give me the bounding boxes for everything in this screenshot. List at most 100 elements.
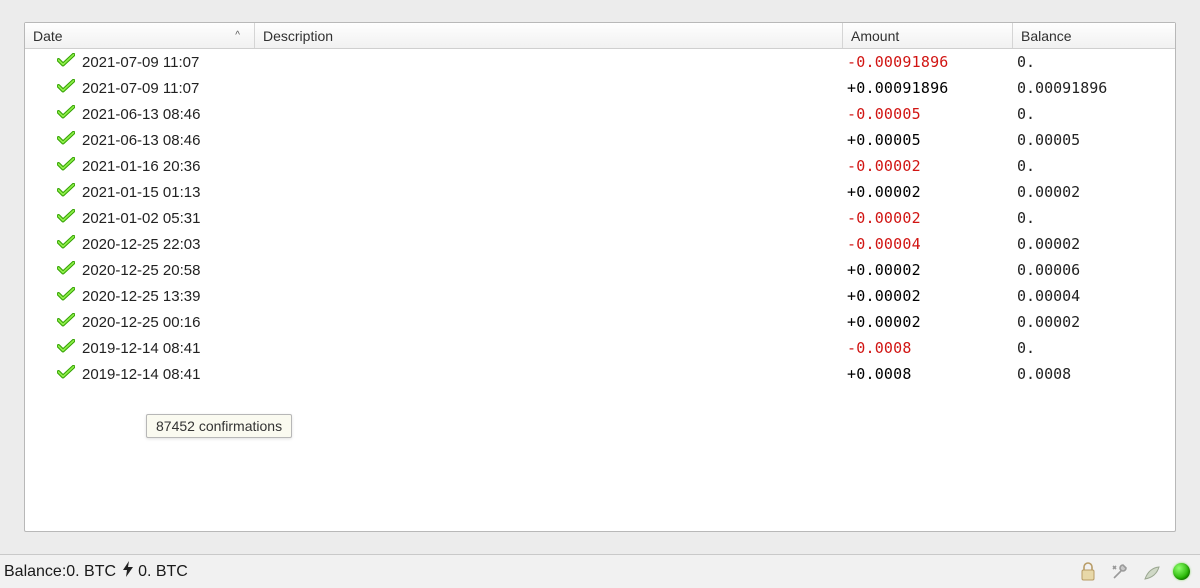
cell-date: 2021-01-15 01:13 [25,183,255,201]
history-panel: Date ^ Description Amount Balance 2021-0… [24,22,1176,532]
seed-icon[interactable] [1141,561,1163,583]
date-text: 2021-07-09 11:07 [82,54,199,71]
column-header-amount-label: Amount [851,28,899,44]
cell-amount: +0.0008 [843,365,1013,383]
confirmed-check-icon [57,157,75,175]
table-row[interactable]: 2019-12-14 08:41 +0.00080.0008 [25,361,1175,387]
confirmed-check-icon [57,105,75,123]
table-row[interactable]: 2019-12-14 08:41 -0.00080. [25,335,1175,361]
cell-date: 2019-12-14 08:41 [25,365,255,383]
confirmations-tooltip: 87452 confirmations [146,414,292,438]
table-row[interactable]: 2021-06-13 08:46 +0.000050.00005 [25,127,1175,153]
cell-amount: -0.00091896 [843,53,1013,71]
cell-balance: 0. [1013,209,1175,227]
cell-balance: 0. [1013,53,1175,71]
confirmed-check-icon [57,183,75,201]
table-row[interactable]: 2020-12-25 00:16 +0.000020.00002 [25,309,1175,335]
date-text: 2021-01-02 05:31 [82,210,200,227]
cell-amount: +0.00002 [843,261,1013,279]
cell-date: 2021-01-02 05:31 [25,209,255,227]
date-text: 2020-12-25 22:03 [82,236,200,253]
date-text: 2021-07-09 11:07 [82,80,199,97]
cell-amount: +0.00005 [843,131,1013,149]
column-header-date[interactable]: Date ^ [25,23,255,48]
cell-date: 2021-06-13 08:46 [25,105,255,123]
cell-date: 2019-12-14 08:41 [25,339,255,357]
cell-balance: 0. [1013,339,1175,357]
lock-icon[interactable] [1077,561,1099,583]
cell-balance: 0.00091896 [1013,79,1175,97]
date-text: 2021-01-16 20:36 [82,158,200,175]
table-header: Date ^ Description Amount Balance [25,23,1175,49]
cell-date: 2020-12-25 20:58 [25,261,255,279]
date-text: 2021-06-13 08:46 [82,106,200,123]
cell-balance: 0.00002 [1013,183,1175,201]
table-row[interactable]: 2020-12-25 22:03 -0.000040.00002 [25,231,1175,257]
table-row[interactable]: 2021-07-09 11:07 +0.000918960.00091896 [25,75,1175,101]
column-header-amount[interactable]: Amount [843,23,1013,48]
confirmed-check-icon [57,287,75,305]
cell-amount: -0.00004 [843,235,1013,253]
cell-balance: 0. [1013,157,1175,175]
column-header-description[interactable]: Description [255,23,843,48]
cell-amount: +0.00002 [843,287,1013,305]
status-balance-value: 0. BTC [66,563,116,581]
confirmed-check-icon [57,53,75,71]
table-row[interactable]: 2021-06-13 08:46 -0.000050. [25,101,1175,127]
confirmed-check-icon [57,339,75,357]
date-text: 2020-12-25 00:16 [82,314,200,331]
cell-balance: 0.0008 [1013,365,1175,383]
confirmed-check-icon [57,261,75,279]
date-text: 2020-12-25 13:39 [82,288,200,305]
sort-ascending-icon: ^ [235,30,240,41]
date-text: 2019-12-14 08:41 [82,340,200,357]
table-row[interactable]: 2021-01-02 05:31 -0.000020. [25,205,1175,231]
column-header-balance[interactable]: Balance [1013,23,1175,48]
cell-amount: -0.0008 [843,339,1013,357]
cell-balance: 0. [1013,105,1175,123]
status-bar: Balance: 0. BTC 0. BTC [0,554,1200,588]
cell-date: 2021-07-09 11:07 [25,79,255,97]
cell-balance: 0.00002 [1013,235,1175,253]
confirmed-check-icon [57,365,75,383]
column-header-description-label: Description [263,28,333,44]
cell-amount: +0.00002 [843,313,1013,331]
confirmed-check-icon [57,235,75,253]
table-row[interactable]: 2020-12-25 20:58 +0.000020.00006 [25,257,1175,283]
table-row[interactable]: 2021-01-15 01:13 +0.000020.00002 [25,179,1175,205]
column-header-balance-label: Balance [1021,28,1072,44]
cell-balance: 0.00004 [1013,287,1175,305]
tools-icon[interactable] [1109,561,1131,583]
table-body: 2021-07-09 11:07-0.000918960.2021-07-09 … [25,49,1175,387]
cell-date: 2021-01-16 20:36 [25,157,255,175]
column-header-date-label: Date [33,28,63,44]
date-text: 2021-01-15 01:13 [82,184,200,201]
confirmed-check-icon [57,313,75,331]
cell-date: 2020-12-25 00:16 [25,313,255,331]
cell-date: 2020-12-25 22:03 [25,235,255,253]
date-text: 2021-06-13 08:46 [82,132,200,149]
status-lightning-value: 0. BTC [138,563,188,581]
lightning-icon [122,561,134,580]
cell-date: 2021-06-13 08:46 [25,131,255,149]
cell-balance: 0.00005 [1013,131,1175,149]
confirmed-check-icon [57,79,75,97]
cell-amount: -0.00002 [843,209,1013,227]
network-status-led[interactable] [1173,563,1190,580]
cell-date: 2021-07-09 11:07 [25,53,255,71]
cell-amount: -0.00005 [843,105,1013,123]
status-icons [1077,561,1190,583]
table-row[interactable]: 2021-07-09 11:07 -0.000918960. [25,49,1175,75]
cell-balance: 0.00006 [1013,261,1175,279]
table-row[interactable]: 2021-01-16 20:36 -0.000020. [25,153,1175,179]
cell-amount: -0.00002 [843,157,1013,175]
date-text: 2019-12-14 08:41 [82,366,200,383]
date-text: 2020-12-25 20:58 [82,262,200,279]
cell-balance: 0.00002 [1013,313,1175,331]
cell-date: 2020-12-25 13:39 [25,287,255,305]
confirmed-check-icon [57,131,75,149]
table-row[interactable]: 2020-12-25 13:39 +0.000020.00004 [25,283,1175,309]
confirmed-check-icon [57,209,75,227]
cell-amount: +0.00002 [843,183,1013,201]
cell-amount: +0.00091896 [843,79,1013,97]
